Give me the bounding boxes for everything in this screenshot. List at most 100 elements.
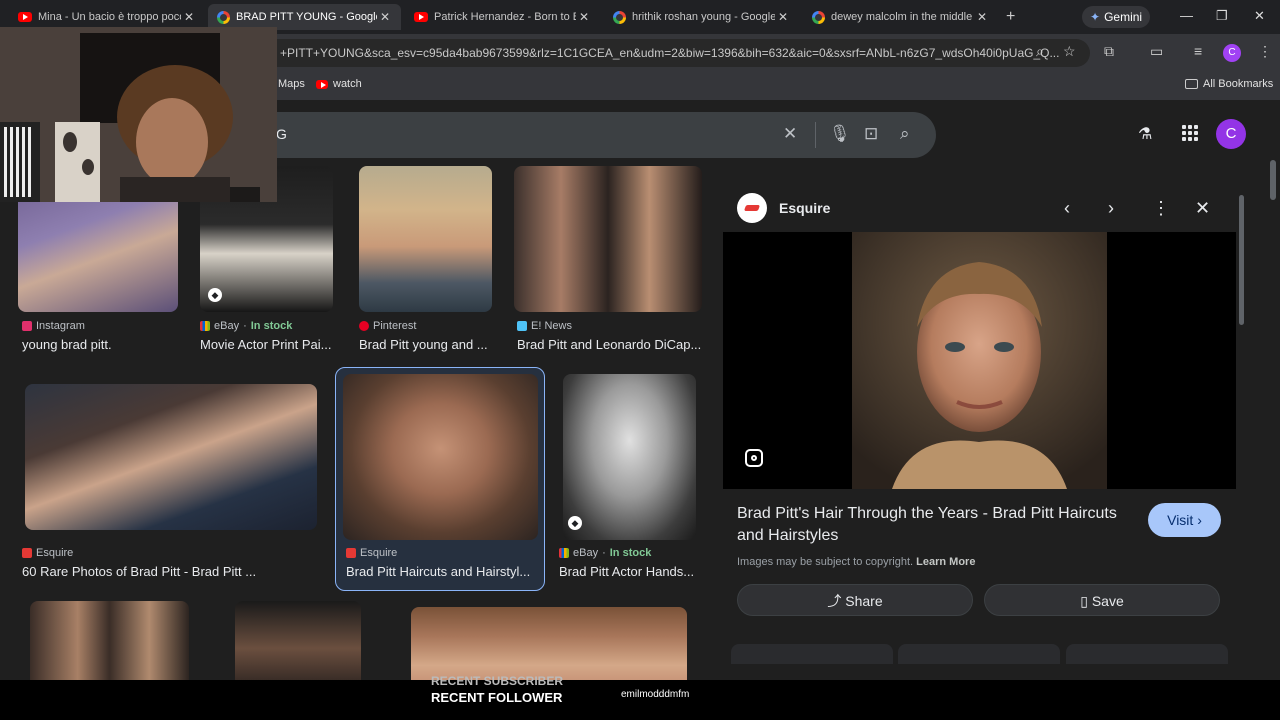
save-label: Save xyxy=(1091,593,1124,609)
close-panel-icon[interactable]: ✕ xyxy=(1195,198,1210,219)
minimize-icon[interactable]: — xyxy=(1180,8,1193,23)
restore-icon[interactable]: ❐ xyxy=(1216,8,1228,24)
stock-status: In stock xyxy=(250,320,293,332)
bookmark-icon: ▯ xyxy=(1080,593,1088,609)
lens-search-icon[interactable]: ⊡ xyxy=(864,124,878,144)
google-icon xyxy=(612,10,626,24)
save-button[interactable]: ▯ Save xyxy=(984,584,1220,616)
menu-icon[interactable]: ⋮ xyxy=(1258,43,1272,60)
close-tab-icon[interactable]: ✕ xyxy=(974,10,990,24)
visit-button[interactable]: Visit › xyxy=(1148,503,1221,537)
previous-icon[interactable]: ‹ xyxy=(1064,198,1070,219)
result-image[interactable] xyxy=(25,384,317,530)
source-name: Esquire xyxy=(360,547,398,559)
source-name: Esquire xyxy=(36,547,74,559)
result-image[interactable] xyxy=(359,166,492,312)
bookmark-label: Maps xyxy=(278,78,305,90)
voice-search-icon[interactable]: 🎙 xyxy=(829,124,851,144)
tab-title: hrithik roshan young - Google xyxy=(632,11,775,23)
related-card[interactable] xyxy=(1066,644,1228,664)
recent-follower-name: emilmodddmfm xyxy=(621,689,690,700)
google-icon xyxy=(811,10,825,24)
share-button[interactable]: ⤴ Share xyxy=(737,584,973,616)
ebay-icon xyxy=(200,321,210,331)
account-avatar[interactable]: C xyxy=(1216,119,1246,149)
result-caption[interactable]: Brad Pitt Actor Hands... xyxy=(559,564,699,579)
learn-more-link[interactable]: Learn More xyxy=(916,556,975,568)
result-source: Instagram xyxy=(22,320,85,332)
result-caption[interactable]: young brad pitt. xyxy=(22,337,182,352)
result-image[interactable] xyxy=(30,601,189,680)
tab-patrick-hernandez[interactable]: Patrick Hernandez - Born to Be ✕ xyxy=(406,4,600,30)
source-name: eBay xyxy=(214,320,240,332)
result-image[interactable] xyxy=(235,601,361,680)
tab-hrithik-roshan[interactable]: hrithik roshan young - Google ✕ xyxy=(604,4,799,30)
more-options-icon[interactable]: ⋮ xyxy=(1152,198,1170,219)
result-caption[interactable]: 60 Rare Photos of Brad Pitt - Brad Pitt … xyxy=(22,564,322,579)
visit-label: Visit xyxy=(1167,512,1194,528)
lens-icon[interactable] xyxy=(745,449,763,467)
bookmark-maps[interactable]: Maps xyxy=(278,78,305,90)
bookmark-star-icon[interactable]: ☆ xyxy=(1063,43,1076,60)
profile-avatar[interactable]: C xyxy=(1223,44,1241,62)
shopping-tag-icon: ◆ xyxy=(208,288,222,302)
share-icon: ⤴ xyxy=(827,593,842,609)
result-image[interactable] xyxy=(411,607,687,680)
address-bar[interactable]: +PITT+YOUNG&sca_esv=c95da4bab9673599&rlz… xyxy=(200,39,1090,67)
esquire-logo-icon xyxy=(737,193,767,223)
result-source: E! News xyxy=(517,320,572,332)
bookmark-watch[interactable]: watch xyxy=(316,78,362,90)
stock-status: In stock xyxy=(609,547,652,559)
result-image[interactable] xyxy=(514,166,702,312)
gemini-button[interactable]: ✦ Gemini xyxy=(1082,6,1151,28)
cast-icon[interactable]: ▭ xyxy=(1150,43,1163,60)
close-tab-icon[interactable]: ✕ xyxy=(181,10,197,24)
extensions-icon[interactable]: ⧉ xyxy=(1104,43,1114,60)
result-caption[interactable]: Movie Actor Print Pai... xyxy=(200,337,335,352)
labs-icon[interactable]: ⚗ xyxy=(1138,124,1152,144)
result-caption[interactable]: Brad Pitt and Leonardo DiCap... xyxy=(517,337,702,352)
esquire-icon xyxy=(22,548,32,558)
tab-title: Patrick Hernandez - Born to Be xyxy=(434,11,576,23)
search-icon[interactable]: ⌕ xyxy=(900,124,910,144)
related-card[interactable] xyxy=(731,644,893,664)
copyright-text: Images may be subject to copyright. xyxy=(737,556,914,568)
result-source: Pinterest xyxy=(359,320,416,332)
panel-source-name[interactable]: Esquire xyxy=(779,200,830,216)
share-label: Share xyxy=(845,593,883,609)
close-tab-icon[interactable]: ✕ xyxy=(775,10,791,24)
source-name: Instagram xyxy=(36,320,85,332)
result-caption[interactable]: Brad Pitt Haircuts and Hairstyl... xyxy=(346,564,536,579)
close-tab-icon[interactable]: ✕ xyxy=(576,10,592,24)
tab-dewey-malcolm[interactable]: dewey malcolm in the middle a ✕ xyxy=(803,4,998,30)
result-image[interactable] xyxy=(343,374,538,540)
shopping-tag-icon: ◆ xyxy=(568,516,582,530)
panel-title[interactable]: Brad Pitt's Hair Through the Years - Bra… xyxy=(737,503,1137,547)
source-name: E! News xyxy=(531,320,572,332)
youtube-icon xyxy=(414,10,428,24)
tab-title: dewey malcolm in the middle a xyxy=(831,11,974,23)
folder-icon xyxy=(1185,79,1198,89)
close-tab-icon[interactable]: ✕ xyxy=(377,10,393,24)
page-scrollbar[interactable] xyxy=(1270,160,1276,200)
reading-list-icon[interactable]: ≡ xyxy=(1194,43,1202,59)
zoom-icon[interactable]: ⌕ xyxy=(1036,43,1044,60)
apps-grid-icon[interactable] xyxy=(1182,125,1198,141)
youtube-icon xyxy=(18,10,32,24)
result-image[interactable]: ◆ xyxy=(563,374,696,540)
clear-search-icon[interactable]: ✕ xyxy=(783,124,797,144)
search-input[interactable]: G xyxy=(200,112,936,158)
instagram-icon xyxy=(22,321,32,331)
all-bookmarks[interactable]: All Bookmarks xyxy=(1185,78,1273,90)
preview-image[interactable] xyxy=(852,232,1107,489)
new-tab-icon[interactable]: + xyxy=(1006,8,1015,26)
close-window-icon[interactable]: ✕ xyxy=(1254,8,1265,24)
related-card[interactable] xyxy=(898,644,1060,664)
enews-icon xyxy=(517,321,527,331)
recent-subscriber-label: RECENT SUBSCRIBER xyxy=(431,674,564,688)
panel-scrollbar[interactable] xyxy=(1239,195,1244,325)
next-icon[interactable]: › xyxy=(1108,198,1114,219)
tab-title: BRAD PITT YOUNG - Google Se xyxy=(236,11,377,23)
result-caption[interactable]: Brad Pitt young and ... xyxy=(359,337,494,352)
stream-overlay-bar xyxy=(0,680,1280,720)
